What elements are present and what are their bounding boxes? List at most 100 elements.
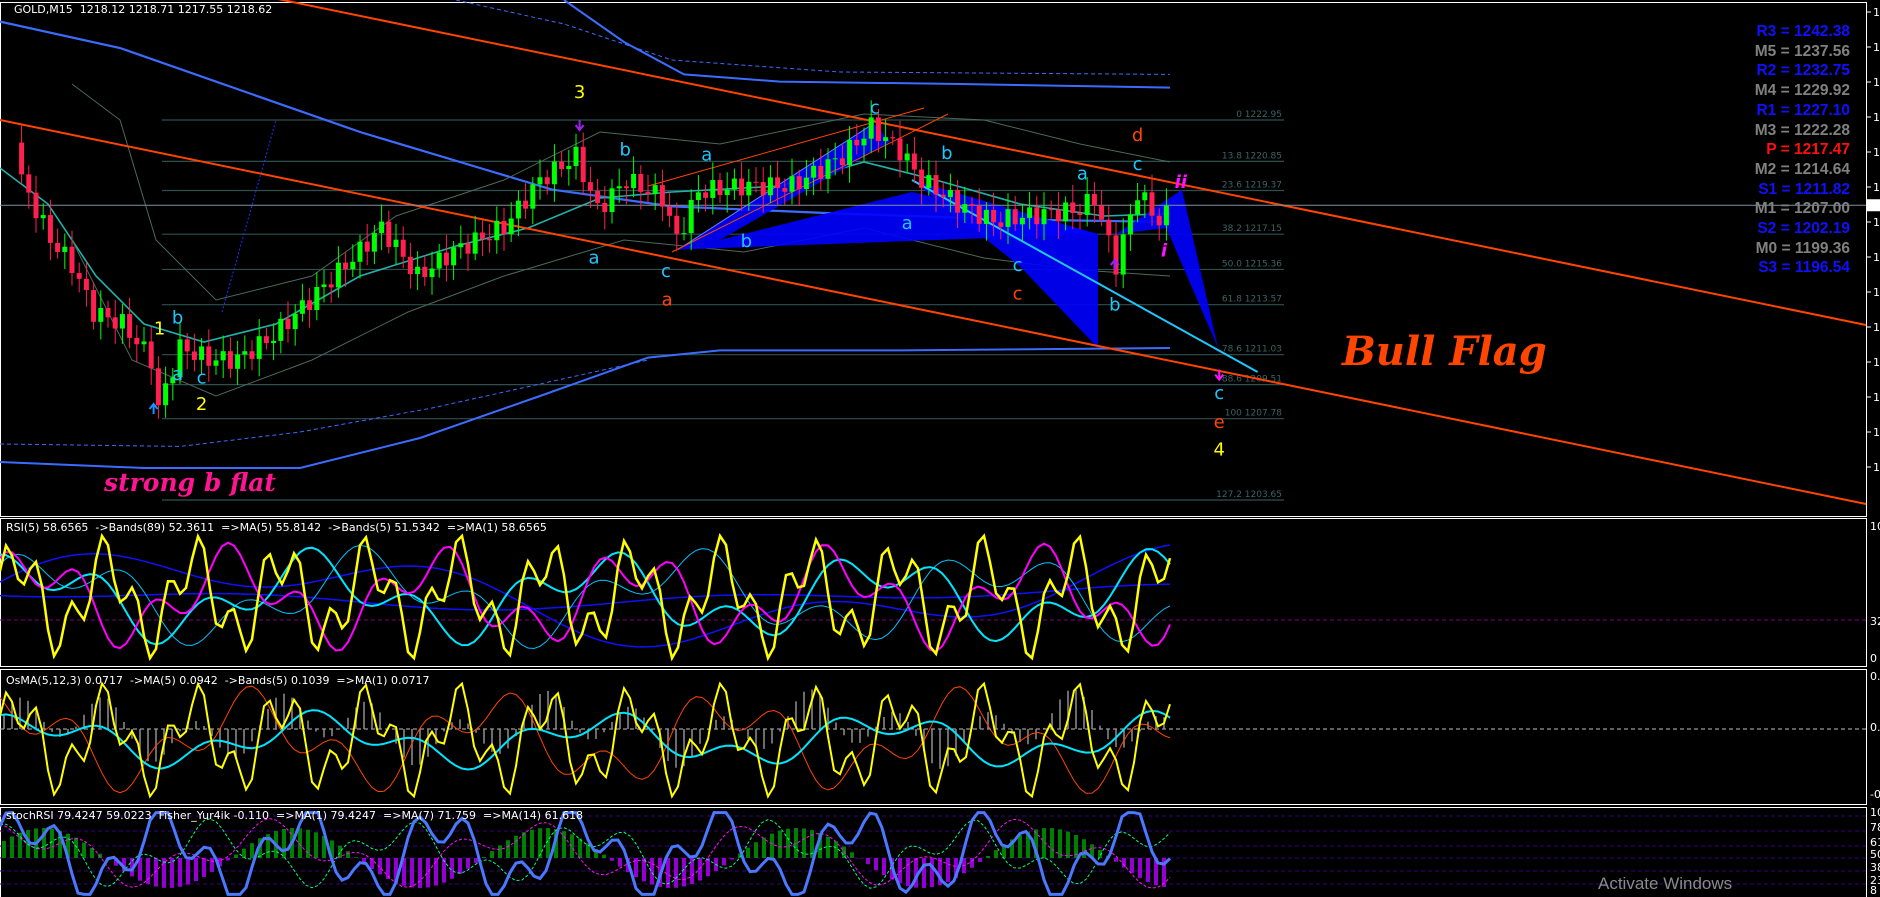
candle-body <box>595 190 601 203</box>
candle-body <box>616 186 622 189</box>
subpane-axis-label: 78 <box>1870 821 1880 834</box>
candle-body <box>1048 209 1054 211</box>
wave-label: a <box>1077 164 1088 185</box>
candle-body <box>580 146 586 183</box>
candle-body <box>515 200 521 219</box>
candle-body <box>429 268 435 278</box>
price-chart[interactable]: 0 1222.95 13.8 1220.85 23.6 1219.37 38.2 12… <box>0 0 1880 897</box>
candle-body <box>667 206 673 216</box>
candle-body <box>890 137 896 139</box>
candle-body <box>1012 209 1018 225</box>
osma-ma5 <box>0 709 1171 771</box>
dotted-projection <box>221 119 277 313</box>
candle-body <box>47 215 53 243</box>
wave-label: b <box>741 231 752 252</box>
candle-body <box>62 246 68 252</box>
candle-body <box>825 159 831 179</box>
wave-label: a <box>701 144 712 165</box>
candle-body <box>1099 205 1105 220</box>
subpane-axis-label: 38 <box>1870 861 1880 874</box>
candle-body <box>674 215 680 234</box>
pivot-level: P = 1217.47 <box>1766 141 1850 159</box>
subpane-axis-label: 0. <box>1870 670 1880 683</box>
candle-body <box>832 158 838 160</box>
pane-frame-2 <box>0 669 1867 805</box>
candle-body <box>371 233 377 252</box>
candle-body <box>1135 200 1141 215</box>
candle-body <box>998 222 1004 227</box>
osma-bands <box>0 685 1171 794</box>
ma-lower-dashed <box>0 359 649 447</box>
axis-label: 12 <box>1873 216 1880 229</box>
candle-body <box>299 300 305 314</box>
candle-body <box>307 300 313 310</box>
axis-label: 12 <box>1873 146 1880 159</box>
wave-label: c <box>1013 255 1023 276</box>
pane-frame-1 <box>0 518 1867 667</box>
pivot-level: M0 = 1199.36 <box>1755 239 1850 257</box>
subpane-axis-label: 0. <box>1870 721 1880 734</box>
symbol-header: GOLD,M15 1218.12 1218.71 1217.55 1218.62 <box>14 3 273 16</box>
candle-body <box>883 137 889 142</box>
candle-body <box>235 354 241 369</box>
candle-body <box>407 256 413 275</box>
candle-body <box>710 180 716 198</box>
candle-body <box>451 247 457 266</box>
candle-body <box>400 239 406 257</box>
subpane-axis-label: 8 <box>1870 884 1877 897</box>
candle-body <box>465 243 471 254</box>
candle-body <box>983 209 989 224</box>
fib-level-label: 78.6 1211.03 <box>1222 345 1282 355</box>
candle-body <box>141 341 147 345</box>
candle-body <box>271 340 277 344</box>
ma-upper-band <box>563 0 1171 89</box>
candle-body <box>40 215 46 219</box>
fib-level-label: 0 1222.95 <box>1236 110 1282 120</box>
candle-body <box>19 142 25 175</box>
wave-label: e <box>1214 412 1225 433</box>
wave-label: a <box>902 213 913 234</box>
candle-body <box>155 368 161 406</box>
candle-body <box>1019 217 1025 225</box>
pivot-level: S1 = 1211.82 <box>1758 180 1850 198</box>
candle-body <box>976 205 982 224</box>
candle-body <box>458 243 464 248</box>
candle-body <box>1149 192 1155 216</box>
candle-body <box>904 153 910 161</box>
candle-body <box>1041 209 1047 225</box>
candle-body <box>1120 234 1126 275</box>
candle-body <box>292 313 298 330</box>
subpane-axis-label: 0 <box>1870 652 1877 665</box>
candle-body <box>199 346 205 360</box>
candle-body <box>472 232 478 254</box>
osma-line <box>0 681 1171 799</box>
wave-label: c <box>870 98 880 119</box>
osma-header: OsMA(5,12,3) 0.0717 ->MA(5) 0.0942 ->Ban… <box>6 674 430 687</box>
axis-label: 12 <box>1873 41 1880 54</box>
candle-body <box>33 192 39 219</box>
candle-body <box>357 241 363 262</box>
channel-upper-line <box>277 0 1867 326</box>
candle-body <box>875 117 881 142</box>
candle-body <box>703 192 709 198</box>
pivot-level: M3 = 1222.28 <box>1754 121 1850 139</box>
candle-body <box>263 336 269 344</box>
candle-body <box>1034 207 1040 225</box>
wave-label: 4 <box>1213 440 1224 461</box>
current-price-marker <box>1867 199 1880 212</box>
candle-body <box>278 318 284 341</box>
wave-label: c <box>661 261 671 282</box>
candle-body <box>364 241 370 252</box>
axis-label: 12 <box>1873 461 1880 474</box>
candle-body <box>415 266 421 275</box>
axis-label: 12 <box>1873 6 1880 19</box>
candle-body <box>926 175 932 188</box>
axis-label: 12 <box>1873 356 1880 369</box>
wave-label: c <box>1133 154 1143 175</box>
candle-body <box>717 180 723 195</box>
candle-body <box>105 307 111 318</box>
pane-frame-0 <box>0 2 1867 517</box>
candle-body <box>112 317 118 329</box>
axis-label: 12 <box>1873 76 1880 89</box>
candle-body <box>379 221 385 234</box>
